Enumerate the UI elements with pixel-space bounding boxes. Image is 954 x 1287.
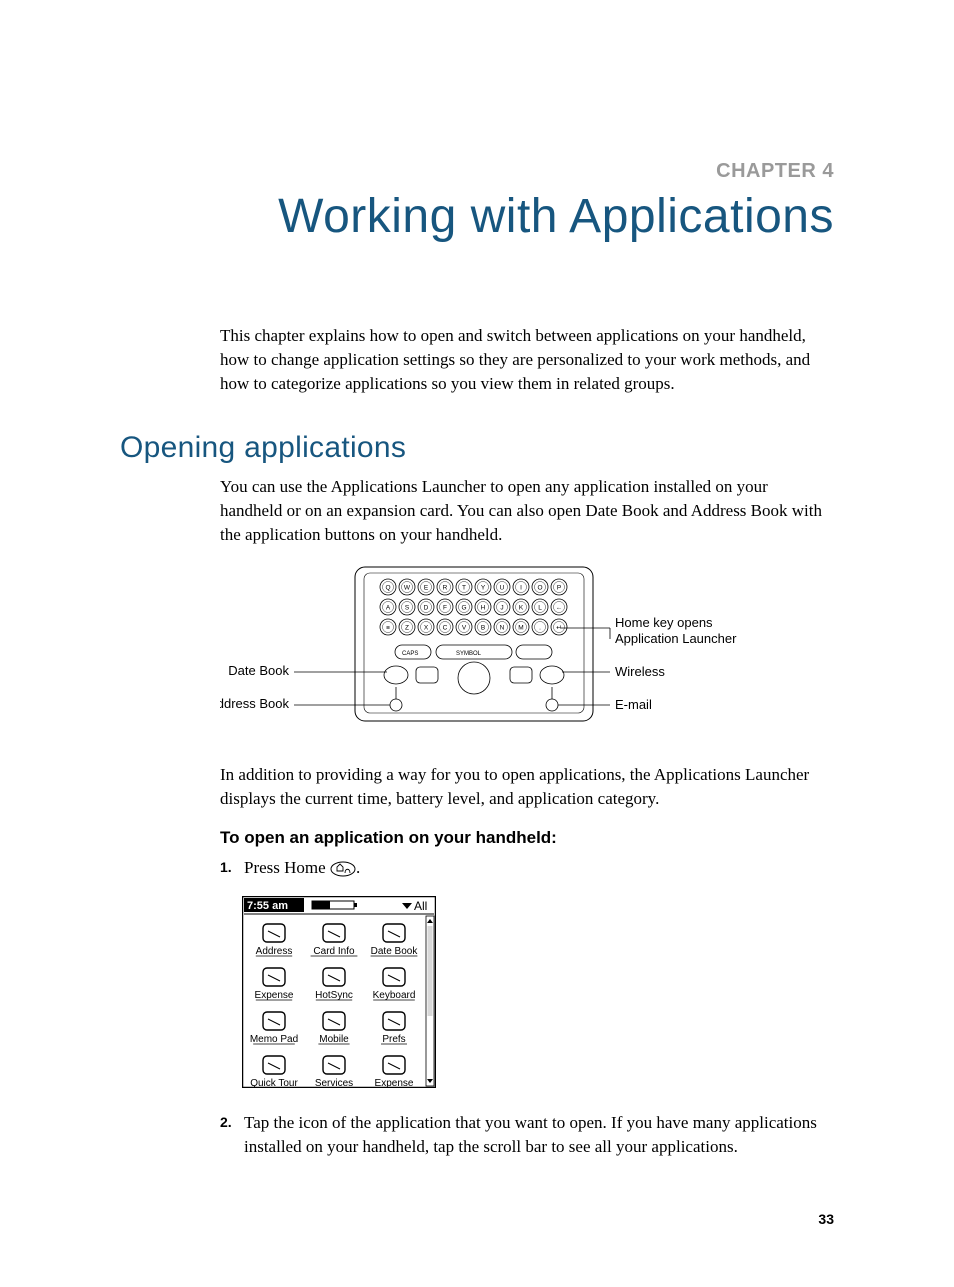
svg-text:P: P	[557, 584, 561, 591]
svg-text:Z: Z	[405, 624, 409, 631]
procedure-heading: To open an application on your handheld:	[220, 828, 834, 848]
svg-text:S: S	[405, 604, 410, 611]
svg-text:Address: Address	[256, 946, 293, 957]
svg-text:B: B	[481, 624, 485, 631]
svg-text:Q: Q	[385, 584, 390, 591]
svg-text:K: K	[519, 604, 524, 611]
svg-text:A: A	[386, 604, 391, 611]
svg-text:V: V	[462, 624, 467, 631]
chapter-label: CHAPTER 4	[120, 160, 834, 183]
step-2: 2. Tap the icon of the application that …	[220, 1111, 834, 1159]
home-icon	[330, 860, 356, 884]
svg-text:X: X	[424, 624, 429, 631]
symbol-key: SYMBOL	[456, 651, 482, 657]
svg-text:C: C	[443, 624, 448, 631]
step-number-1: 1.	[220, 856, 236, 884]
svg-text:D: D	[424, 604, 429, 611]
launcher-time: 7:55 am	[247, 900, 288, 912]
step-number-2: 2.	[220, 1111, 236, 1159]
svg-text:O: O	[537, 584, 542, 591]
svg-text:R: R	[443, 584, 448, 591]
chapter-title: Working with Applications	[120, 189, 834, 244]
svg-text:G: G	[461, 604, 466, 611]
svg-text:HotSync: HotSync	[315, 990, 353, 1001]
callout-date-book: Date Book	[228, 663, 289, 678]
svg-text:Quick Tour: Quick Tour	[250, 1078, 298, 1088]
svg-text:L: L	[538, 604, 542, 611]
section-paragraph-1: You can use the Applications Launcher to…	[220, 475, 834, 546]
step-2-text: Tap the icon of the application that you…	[244, 1111, 834, 1159]
svg-text:Memo Pad: Memo Pad	[250, 1034, 298, 1045]
svg-text:Y: Y	[481, 584, 486, 591]
svg-text:Card Info: Card Info	[313, 946, 355, 957]
launcher-screenshot: 7:55 am All Address Card Info Date Book Exp…	[242, 896, 834, 1093]
svg-text:H: H	[481, 604, 486, 611]
svg-text:E: E	[424, 584, 429, 591]
svg-text:I: I	[520, 584, 522, 591]
svg-text:Services: Services	[315, 1078, 353, 1088]
svg-text:U: U	[500, 584, 505, 591]
callout-address-book: Address Book	[220, 696, 289, 711]
svg-text:J: J	[500, 604, 503, 611]
svg-text:W: W	[404, 584, 411, 591]
callout-home-line1: Home key opens	[615, 615, 713, 630]
svg-text:Prefs: Prefs	[382, 1034, 405, 1045]
step-1-text-pre: Press Home	[244, 858, 330, 877]
callout-wireless: Wireless	[615, 664, 665, 679]
step-1-text-post: .	[356, 858, 360, 877]
section-paragraph-2: In addition to providing a way for you t…	[220, 763, 834, 811]
svg-text:Mobile: Mobile	[319, 1034, 349, 1045]
svg-text:M: M	[518, 624, 523, 631]
section-heading-opening-applications: Opening applications	[120, 431, 834, 465]
keyboard-diagram: QWERTYUIOPASDFGHJKL←≡ZXCVBNM.↵ CAPS SYMB…	[220, 565, 834, 745]
svg-text:F: F	[443, 604, 447, 611]
svg-text:Date Book: Date Book	[371, 946, 419, 957]
svg-text:N: N	[500, 624, 505, 631]
svg-text:.: .	[539, 624, 541, 631]
callout-email: E-mail	[615, 697, 652, 712]
svg-text:←: ←	[556, 604, 563, 611]
callout-home-line2: Application Launcher	[615, 631, 737, 646]
caps-key: CAPS	[402, 651, 418, 657]
svg-text:T: T	[462, 584, 466, 591]
svg-text:Expense: Expense	[375, 1078, 414, 1088]
launcher-category: All	[414, 899, 427, 913]
intro-paragraph: This chapter explains how to open and sw…	[220, 324, 834, 395]
svg-text:Expense: Expense	[255, 990, 294, 1001]
page-number: 33	[120, 1211, 834, 1227]
svg-text:≡: ≡	[386, 624, 390, 631]
svg-text:Keyboard: Keyboard	[373, 990, 416, 1001]
step-1: 1. Press Home .	[220, 856, 834, 884]
